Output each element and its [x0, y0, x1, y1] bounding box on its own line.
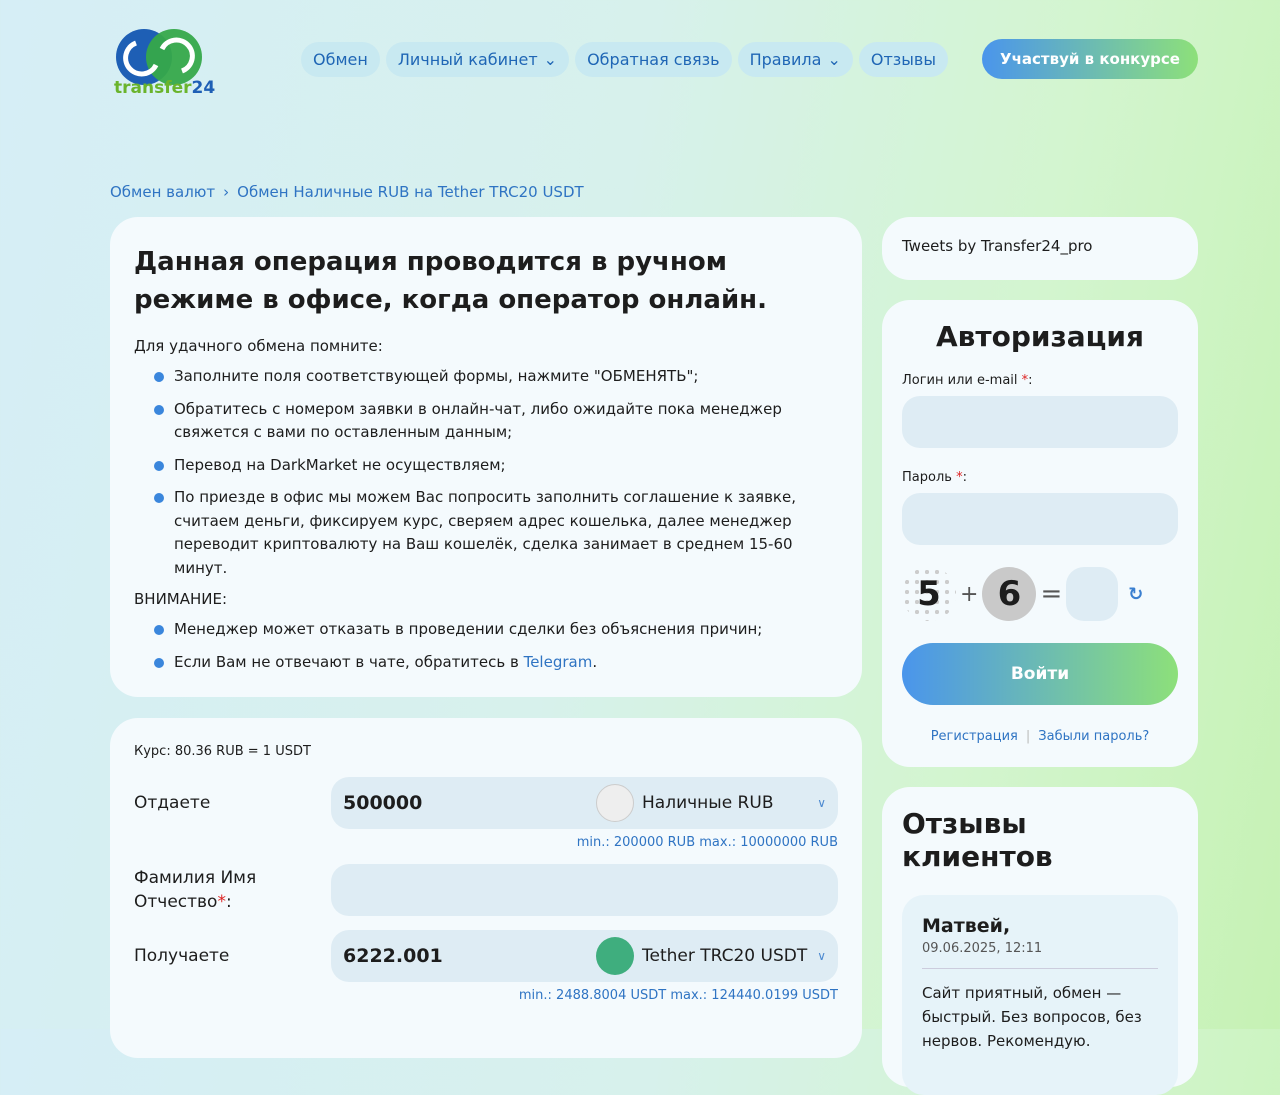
login-label: Логин или e-mail *: — [902, 373, 1033, 388]
captcha-digit: 6 — [982, 567, 1037, 621]
chevron-down-icon: ∨ — [817, 949, 826, 963]
chevron-down-icon: ⌄ — [543, 50, 558, 69]
tweets-widget[interactable]: Tweets by Transfer24_pro — [882, 217, 1198, 280]
captcha: 5 + 6 = ↻ — [902, 567, 1178, 621]
give-label: Отдаете — [134, 793, 211, 813]
forgot-password-link[interactable]: Забыли пароль? — [1038, 729, 1149, 744]
logo-text: transfer24 — [114, 78, 216, 98]
get-amount-input[interactable]: 6222.001 Tether TRC20 USDT ∨ — [331, 930, 838, 982]
review-text: Сайт приятный, обмен — быстрый. Без вопр… — [922, 984, 1142, 1050]
reviews-title: Отзывы клиентов — [902, 807, 1053, 873]
list-item: По приезде в офис мы можем Вас попросить… — [134, 486, 838, 580]
chevron-down-icon: ∨ — [817, 796, 826, 810]
nav-rules[interactable]: Правила ⌄ — [737, 42, 853, 77]
rules-list: Заполните поля соответствующей формы, на… — [134, 365, 838, 580]
cash-icon — [596, 784, 634, 822]
get-currency-select[interactable]: Tether TRC20 USDT ∨ — [596, 937, 826, 975]
review-item: Матвей, 09.06.2025, 12:11 Сайт приятный,… — [902, 895, 1178, 1095]
auth-card: Авторизация Логин или e-mail *: Пароль *… — [882, 300, 1198, 767]
nav-account[interactable]: Личный кабинет ⌄ — [385, 42, 570, 77]
tron-icon — [596, 937, 634, 975]
exchange-form: Курс: 80.36 RUB = 1 USDT Отдаете 500000 … — [110, 718, 862, 1058]
full-name-input[interactable] — [331, 864, 838, 916]
main-nav: Обмен Личный кабинет ⌄ Обратная связь Пра… — [301, 42, 948, 77]
password-input[interactable] — [902, 493, 1178, 545]
warning-heading: ВНИМАНИЕ: — [134, 590, 228, 608]
login-input[interactable] — [902, 396, 1178, 448]
info-intro: Для удачного обмена помните: — [134, 337, 383, 355]
give-limits: min.: 200000 RUB max.: 10000000 RUB — [576, 835, 838, 850]
telegram-link[interactable]: Telegram — [524, 653, 593, 671]
get-label: Получаете — [134, 946, 230, 966]
contest-button[interactable]: Участвуй в конкурсе — [982, 39, 1198, 79]
chevron-down-icon: ⌄ — [827, 50, 841, 69]
login-button[interactable]: Войти — [902, 643, 1178, 705]
nav-reviews[interactable]: Отзывы — [858, 42, 948, 77]
list-item: Заполните поля соответствующей формы, на… — [134, 365, 838, 389]
give-currency-select[interactable]: Наличные RUB ∨ — [596, 784, 826, 822]
refresh-icon[interactable]: ↻ — [1128, 584, 1143, 605]
review-date: 09.06.2025, 12:11 — [922, 941, 1158, 969]
reviews-card: Отзывы клиентов Матвей, 09.06.2025, 12:1… — [882, 787, 1198, 1095]
register-link[interactable]: Регистрация — [931, 729, 1018, 744]
chevron-right-icon: › — [223, 183, 230, 201]
get-limits: min.: 2488.8004 USDT max.: 124440.0199 U… — [518, 988, 838, 1003]
auth-title: Авторизация — [935, 320, 1145, 353]
list-item: Обратитесь с номером заявки в онлайн-чат… — [134, 398, 838, 445]
nav-feedback[interactable]: Обратная связь — [575, 42, 732, 77]
info-title: Данная операция проводится в ручном режи… — [134, 247, 768, 315]
breadcrumb-link[interactable]: Обмен валют — [110, 183, 215, 201]
captcha-digit: 5 — [902, 567, 956, 621]
give-amount-input[interactable]: 500000 Наличные RUB ∨ — [331, 777, 838, 829]
list-item: Если Вам не отвечают в чате, обратитесь … — [134, 651, 838, 675]
warning-list: Менеджер может отказать в проведении сде… — [134, 618, 838, 674]
name-label: Фамилия Имя Отчество*: — [134, 868, 257, 912]
captcha-answer-input[interactable] — [1066, 567, 1119, 621]
exchange-rate: Курс: 80.36 RUB = 1 USDT — [134, 744, 311, 759]
breadcrumb: Обмен валют › Обмен Наличные RUB на Teth… — [110, 183, 584, 201]
password-label: Пароль *: — [902, 470, 967, 485]
list-item: Перевод на DarkMarket не осуществляем; — [134, 454, 838, 478]
info-card: Данная операция проводится в ручном режи… — [110, 217, 862, 697]
list-item: Менеджер может отказать в проведении сде… — [134, 618, 838, 642]
review-author: Матвей, — [922, 915, 1011, 937]
breadcrumb-current[interactable]: Обмен Наличные RUB на Tether TRC20 USDT — [237, 183, 584, 201]
nav-exchange[interactable]: Обмен — [301, 42, 380, 77]
